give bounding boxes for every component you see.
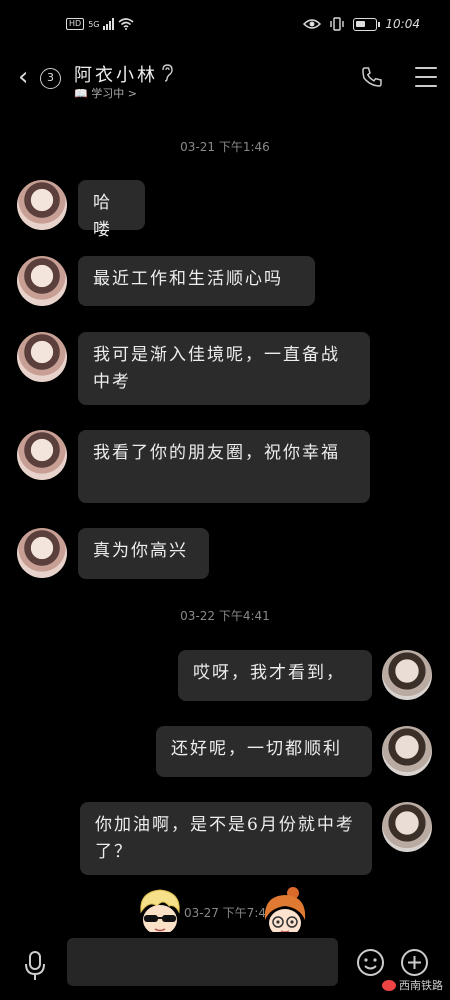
self-avatar[interactable] [382, 802, 432, 852]
watermark-text: 西南铁路 [399, 979, 443, 992]
vibrate-icon [330, 17, 345, 31]
status-left: HD 5G [66, 18, 135, 30]
network-label: 5G [88, 19, 100, 29]
red-hair-girl-sticker [264, 887, 306, 937]
timestamp: 03-27 下午7:4 [184, 906, 266, 920]
menu-icon[interactable] [415, 67, 437, 87]
contact-avatar[interactable] [17, 332, 67, 382]
hd-badge: HD [66, 18, 85, 30]
plus-icon[interactable] [400, 948, 429, 977]
contact-avatar[interactable] [17, 256, 67, 306]
battery-icon [353, 17, 381, 31]
status-right: 10:04 [303, 17, 420, 31]
wifi-icon [118, 18, 135, 30]
message-bubble-incoming[interactable]: 我可是渐入佳境呢，一直备战中考 [78, 332, 370, 405]
weibo-watermark: 西南铁路 [382, 977, 443, 993]
message-bubble-incoming[interactable]: 最近工作和生活顺心吗 [78, 256, 315, 306]
status-bar: HD 5G 10:04 [0, 0, 450, 56]
message-bubble-outgoing[interactable]: 哎呀，我才看到， [178, 650, 372, 701]
contact-avatar[interactable] [17, 528, 67, 578]
ear-icon [162, 64, 173, 82]
blond-boy-sticker [140, 889, 180, 935]
signal-icon [103, 18, 115, 30]
mic-icon[interactable] [22, 950, 48, 982]
clock: 10:04 [385, 17, 420, 31]
message-input[interactable] [67, 938, 338, 986]
contact-name[interactable]: 阿衣小林 [74, 61, 158, 87]
unread-count-badge[interactable]: 3 [40, 68, 61, 89]
timestamp: 03-21 下午1:46 [180, 140, 270, 154]
back-chevron-icon[interactable]: ‹ [18, 64, 28, 90]
contact-status[interactable]: 📖 学习中 > [74, 85, 137, 101]
message-bubble-incoming[interactable]: 哈喽 [78, 180, 145, 240]
message-bubble-outgoing[interactable]: 你加油啊，是不是6月份就中考了？ [80, 802, 372, 875]
message-bubble-incoming[interactable]: 真为你高兴 [78, 528, 209, 579]
eye-icon [303, 19, 322, 29]
message-bubble-outgoing[interactable]: 还好呢，一切都顺利 [156, 726, 372, 777]
contact-avatar[interactable] [17, 430, 67, 480]
weibo-logo-icon [382, 979, 396, 991]
timestamp: 03-22 下午4:41 [180, 609, 270, 623]
phone-icon[interactable] [360, 65, 384, 89]
chat-header: ‹ 3 阿衣小林 📖 学习中 > [0, 56, 450, 108]
self-avatar[interactable] [382, 650, 432, 700]
emoji-icon[interactable] [356, 948, 385, 977]
message-bubble-incoming[interactable]: 我看了你的朋友圈，祝你幸福 [78, 430, 370, 503]
self-avatar[interactable] [382, 726, 432, 776]
contact-avatar[interactable] [17, 180, 67, 230]
